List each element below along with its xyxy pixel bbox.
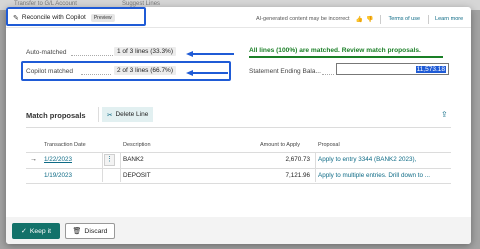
copilot-dialog: ✎ Reconcile with Copilot Preview AI-gene… [6,7,471,244]
discard-button[interactable]: 🗑 Discard [65,223,115,239]
thumbs-up-icon[interactable]: 👍 [356,16,363,23]
leader-dots [71,55,113,56]
row-selected-arrow-icon: → [30,156,37,163]
thumbs-down-icon[interactable]: 👎 [366,16,373,23]
row-description: DEPOSIT [123,172,151,179]
toolbar-separator [98,107,99,122]
header-separator [379,14,381,24]
auto-matched-value: 1 of 3 lines (33.3%) [114,47,177,56]
match-success-message: All lines (100%) are matched. Review mat… [249,47,421,54]
row-date[interactable]: 1/22/2023 [44,156,72,163]
header-separator [428,14,430,24]
annotation-arrow-head [186,50,193,57]
share-icon[interactable]: ⇪ [441,110,448,119]
col-header-amount[interactable]: Amount to Apply [260,142,300,148]
dialog-footer: ✓ Keep it 🗑 Discard [6,217,471,244]
ending-balance-value: 11,573.18 [415,65,446,73]
checkmark-icon: ✓ [20,228,27,235]
dialog-title: Reconcile with Copilot [21,14,86,21]
ending-balance-input[interactable]: 11,573.18 [336,63,449,75]
col-header-date[interactable]: Transaction Date [44,142,86,148]
row-actions-menu-icon[interactable]: ⋮ [104,154,115,166]
terms-of-use-link[interactable]: Terms of use [389,16,420,22]
copilot-pencil-icon: ✎ [13,14,19,22]
dialog-header: ✎ Reconcile with Copilot Preview [13,12,115,23]
delete-line-button[interactable]: ✂ Delete Line [102,107,154,122]
row-date[interactable]: 1/19/2023 [44,172,72,179]
discard-label: Discard [84,227,108,235]
annotation-arrow-head [186,69,193,76]
trash-icon: 🗑 [72,228,82,235]
section-divider [26,127,451,128]
keep-it-button[interactable]: ✓ Keep it [12,223,60,239]
header-divider [6,27,471,28]
leader-dots [81,74,111,75]
col-header-proposal[interactable]: Proposal [318,142,340,148]
delete-line-label: Delete Line [115,111,149,118]
row-proposal-link[interactable]: Apply to multiple entries. Drill down to… [318,172,448,179]
auto-matched-label: Auto-matched [26,49,67,56]
row-proposal-link[interactable]: Apply to entry 3344 (BANK2 2023), [318,156,448,163]
header-right-tools: AI-generated content may be incorrect 👍 … [256,14,463,24]
copilot-matched-value: 2 of 3 lines (66.7%) [114,66,177,75]
delete-line-icon: ✂ [107,111,113,119]
leader-dots [322,74,334,75]
match-proposals-title: Match proposals [26,111,86,120]
ai-disclaimer: AI-generated content may be incorrect [256,16,350,22]
copilot-matched-label: Copilot matched [26,68,73,75]
row-amount: 2,670.73 [285,156,310,163]
keep-it-label: Keep it [29,227,52,235]
learn-more-link[interactable]: Learn more [435,16,463,22]
row-description: BANK2 [123,156,144,163]
row-amount: 7,121.96 [285,172,310,179]
row-line [26,183,451,184]
ending-balance-label: Statement Ending Bala... [249,68,321,75]
col-header-description[interactable]: Description [123,142,151,148]
annotation-arrow-line [192,53,234,55]
preview-badge: Preview [90,13,115,22]
success-underline [249,56,443,58]
annotation-arrow-line [192,72,228,74]
